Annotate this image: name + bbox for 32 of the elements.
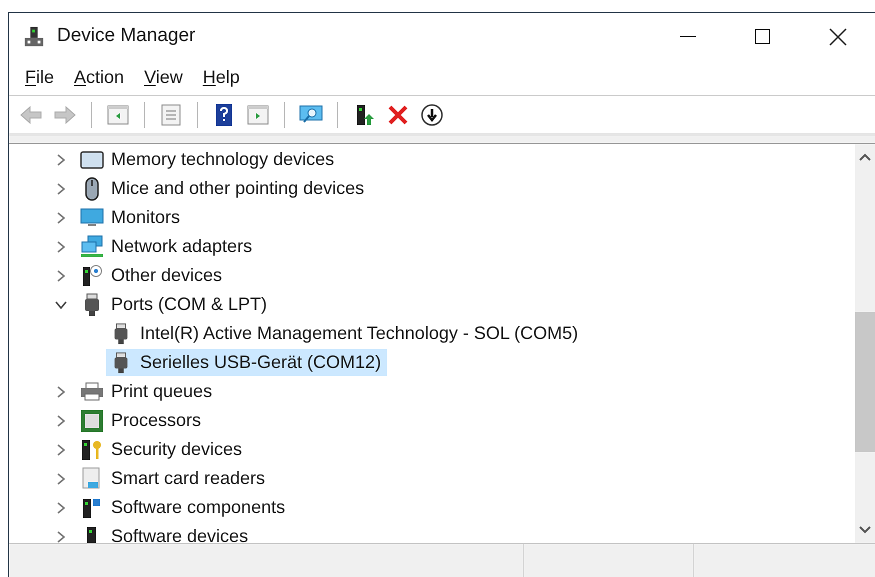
pane-icon[interactable]	[246, 102, 270, 126]
tree-item[interactable]: Print queues	[111, 378, 212, 405]
tree-item[interactable]: Software devices	[111, 523, 248, 543]
tree-item[interactable]: Intel(R) Active Management Technology - SOL (COM5)	[106, 320, 584, 347]
printer-icon	[80, 380, 104, 404]
menu-item[interactable]: View	[136, 64, 191, 91]
tree-item[interactable]: Mice and other pointing devices	[111, 175, 364, 202]
tree-item[interactable]: Processors	[111, 407, 202, 434]
scrollbar-thumb[interactable]	[855, 312, 875, 452]
tree-item[interactable]: Serielles USB-Gerät (COM12)	[106, 349, 388, 376]
scroll-up-icon[interactable]	[859, 152, 871, 162]
tree-item[interactable]: Ports (COM & LPT)	[111, 291, 268, 318]
menu-item[interactable]: Help	[194, 64, 248, 91]
processor-chip-icon	[80, 408, 104, 432]
menu-item[interactable]: Action	[66, 64, 132, 91]
scroll-down-icon[interactable]	[859, 525, 871, 535]
scrollbar[interactable]	[855, 144, 875, 543]
pane-icon[interactable]	[106, 102, 130, 126]
network-icon	[80, 234, 104, 258]
window-title: Device Manager	[57, 24, 196, 48]
tree-item[interactable]: Memory technology devices	[111, 146, 334, 173]
tree-item[interactable]: Smart card readers	[111, 465, 266, 492]
tree-item[interactable]: Security devices	[111, 436, 242, 463]
down-arrow-circle-icon[interactable]	[420, 102, 444, 126]
properties-icon[interactable]	[159, 102, 183, 126]
tree-item[interactable]: Other devices	[111, 262, 222, 289]
tree-item[interactable]: Network adapters	[111, 233, 252, 260]
tree-item[interactable]: Monitors	[111, 204, 180, 231]
device-key-icon	[80, 438, 104, 462]
tree-item[interactable]: Software components	[111, 494, 286, 521]
menu-item[interactable]: File	[17, 64, 62, 91]
device-manager-icon	[23, 26, 45, 48]
